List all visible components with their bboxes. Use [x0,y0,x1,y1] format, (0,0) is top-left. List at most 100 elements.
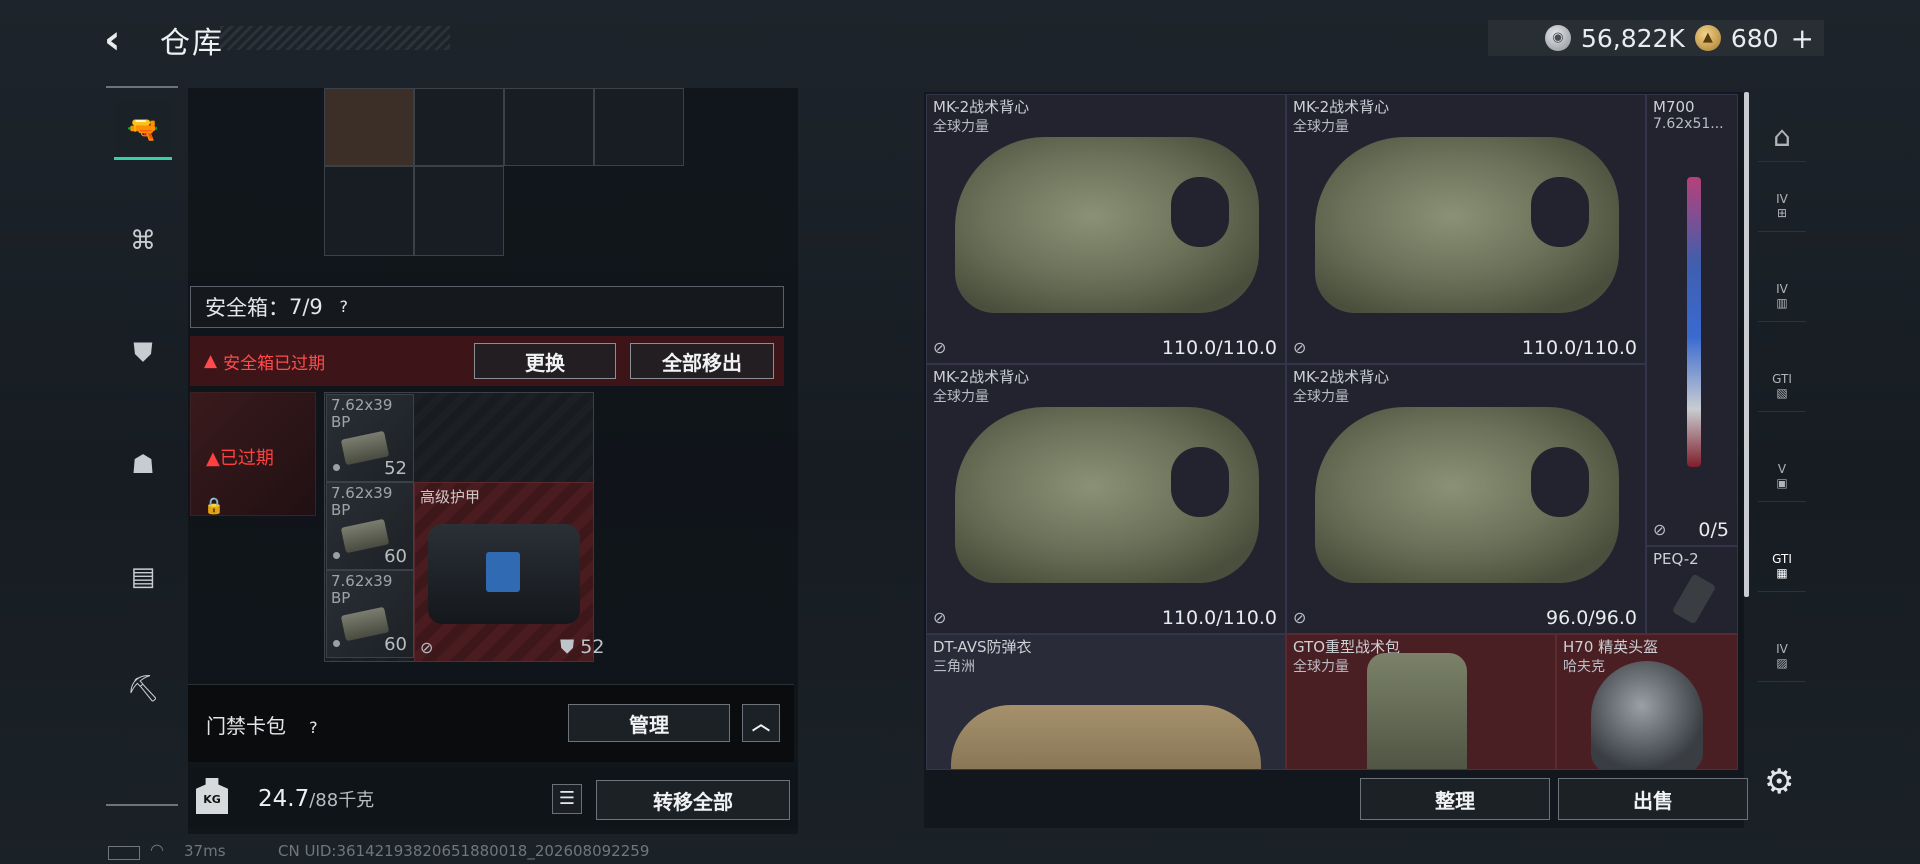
toolbox-icon[interactable]: ⛏ [114,660,172,718]
item-durability: 0/5 [1698,519,1729,541]
replace-button[interactable]: 更换 [474,343,616,379]
gold-coin-icon: ▲ [1694,25,1721,51]
storage-gti-active-icon[interactable]: GTI ▦ [1758,544,1806,592]
vest-image [955,137,1259,313]
no-insure-icon: ⊘ [1653,520,1667,539]
storage-iv-add-icon[interactable]: IV ⊞ [1758,184,1806,232]
peq-image [1671,573,1717,625]
pocket-slot[interactable] [414,88,504,166]
warning-icon: ▲ [204,351,218,371]
storage-item[interactable]: M700 7.62x51... ⊘ 0/5 [1646,94,1738,546]
armor-vest-image [951,705,1261,769]
storage-item[interactable]: GTO重型战术包 全球力量 [1286,634,1556,770]
list-icon[interactable]: ☰ [552,784,582,814]
storage-item[interactable]: H70 精英头盔 哈夫克 [1556,634,1738,770]
backpack-icon[interactable]: ☗ [114,436,172,494]
armor-durability: ⛊ 52 [560,636,605,658]
no-insure-icon: ⊘ [1293,608,1307,627]
remove-all-button[interactable]: 全部移出 [630,343,774,379]
storage-gti-icon[interactable]: GTI ▧ [1758,364,1806,412]
item-name: MK-2战术背心 [933,98,1030,116]
pistol-icon[interactable]: 🔫 [114,102,172,160]
item-name: DT-AVS防弹衣 [933,638,1032,656]
expired-warning-text: 安全箱已过期 [223,353,326,374]
ammo-name: 7.62x39 BP [331,572,393,607]
ammo-dot [333,464,340,471]
vest-image [1315,407,1619,583]
silver-coin-icon: ◉ [1544,25,1571,51]
gold-currency-value: 680 [1730,23,1779,53]
item-name: M700 [1653,98,1695,116]
lock-icon: 🔒 [204,496,224,515]
item-brand: 全球力量 [1293,659,1349,675]
armor-label: 高级护甲 [420,488,481,506]
backpack-image [1367,653,1467,769]
vest-icon[interactable]: ⌘ [114,212,172,270]
storage-scrollbar[interactable] [1744,92,1749,597]
add-currency-button[interactable]: + [1791,22,1814,55]
pocket-slot[interactable] [414,166,504,256]
sort-button[interactable]: 整理 [1360,778,1550,820]
ping-value: 37ms [184,842,226,860]
storage-tab-rail: ⌂ IV ⊞ IV ▥ GTI ▧ V ▣ GTI ▦ IV ▨ [1758,92,1810,752]
transfer-all-button[interactable]: 转移全部 [596,780,790,820]
ammo-count: 52 [384,458,407,479]
item-brand: 全球力量 [933,119,989,135]
help-icon[interactable]: ? [302,717,324,739]
ammo-name: 7.62x39 BP [331,484,393,519]
gear-icon[interactable]: ⚙ [1764,762,1794,802]
item-name: MK-2战术背心 [1293,368,1390,386]
manage-button[interactable]: 管理 [568,704,730,742]
storage-item[interactable]: MK-2战术背心 全球力量 ⊘ 110.0/110.0 [1286,94,1646,364]
ammo-item[interactable]: 7.62x39 BP 60 [326,570,414,658]
pocket-slot-item[interactable] [324,88,414,166]
storage-item[interactable]: MK-2战术背心 全球力量 ⊘ 96.0/96.0 [1286,364,1646,634]
item-durability: 96.0/96.0 [1545,607,1637,629]
card-pack-label-text: 门禁卡包 [206,714,286,738]
storage-item[interactable]: DT-AVS防弹衣 三角洲 [926,634,1286,770]
storage-item[interactable]: PEQ-2 [1646,546,1738,634]
pocket-slot[interactable] [324,166,414,256]
tab-label: GTI [1772,372,1792,386]
storage-iv-icon[interactable]: IV ▥ [1758,274,1806,322]
ammo-item[interactable]: 7.62x39 BP 52 [326,394,414,482]
uid-text: CN UID:36142193820651880018_202608092259 [278,842,650,860]
storage-item[interactable]: MK-2战术背心 全球力量 ⊘ 110.0/110.0 [926,364,1286,634]
ammo-icon [340,606,390,642]
sell-button[interactable]: 出售 [1558,778,1748,820]
chevron-left-icon[interactable]: ‹ [104,20,148,60]
armor-durability-value: 52 [580,636,605,658]
help-icon[interactable]: ? [333,296,355,318]
weight-max: /88千克 [309,790,375,811]
pocket-slot[interactable] [594,88,684,166]
no-insure-icon: ⊘ [933,608,947,627]
case-icon[interactable]: ▤ [114,548,172,606]
armor-plate-icon[interactable]: ⛊ [114,324,172,382]
item-name: MK-2战术背心 [933,368,1030,386]
no-insure-icon: ⊘ [933,338,947,357]
item-durability: 110.0/110.0 [1521,337,1637,359]
tab-label: IV [1776,192,1788,206]
safe-box-capacity: 7/9 [289,295,323,319]
storage-v-icon[interactable]: V ▣ [1758,454,1806,502]
safe-box-label: 安全箱： [205,296,289,320]
item-brand: 全球力量 [1293,389,1349,405]
storage-item[interactable]: MK-2战术背心 全球力量 ⊘ 110.0/110.0 [926,94,1286,364]
tab-label: IV [1776,642,1788,656]
pocket-slot[interactable] [504,88,594,166]
ammo-icon [340,430,390,466]
home-icon[interactable]: ⌂ [1758,114,1806,162]
header-decoration [220,26,450,50]
item-brand: 全球力量 [1293,119,1349,135]
currency-bar: ◉ 56,822K ▲ 680 + [1488,20,1824,56]
tab-label: IV [1776,282,1788,296]
chevron-up-icon[interactable]: ︿ [742,704,780,742]
storage-iv-2-icon[interactable]: IV ▨ [1758,634,1806,682]
vest-image [1315,137,1619,313]
item-brand: 7.62x51... [1653,116,1724,132]
card-pack-label: 门禁卡包 ? [206,710,324,739]
ammo-item[interactable]: 7.62x39 BP 60 [326,482,414,570]
wifi-icon: ◠ [150,840,164,859]
tab-label: GTI [1772,552,1792,566]
ammo-dot [333,640,340,647]
